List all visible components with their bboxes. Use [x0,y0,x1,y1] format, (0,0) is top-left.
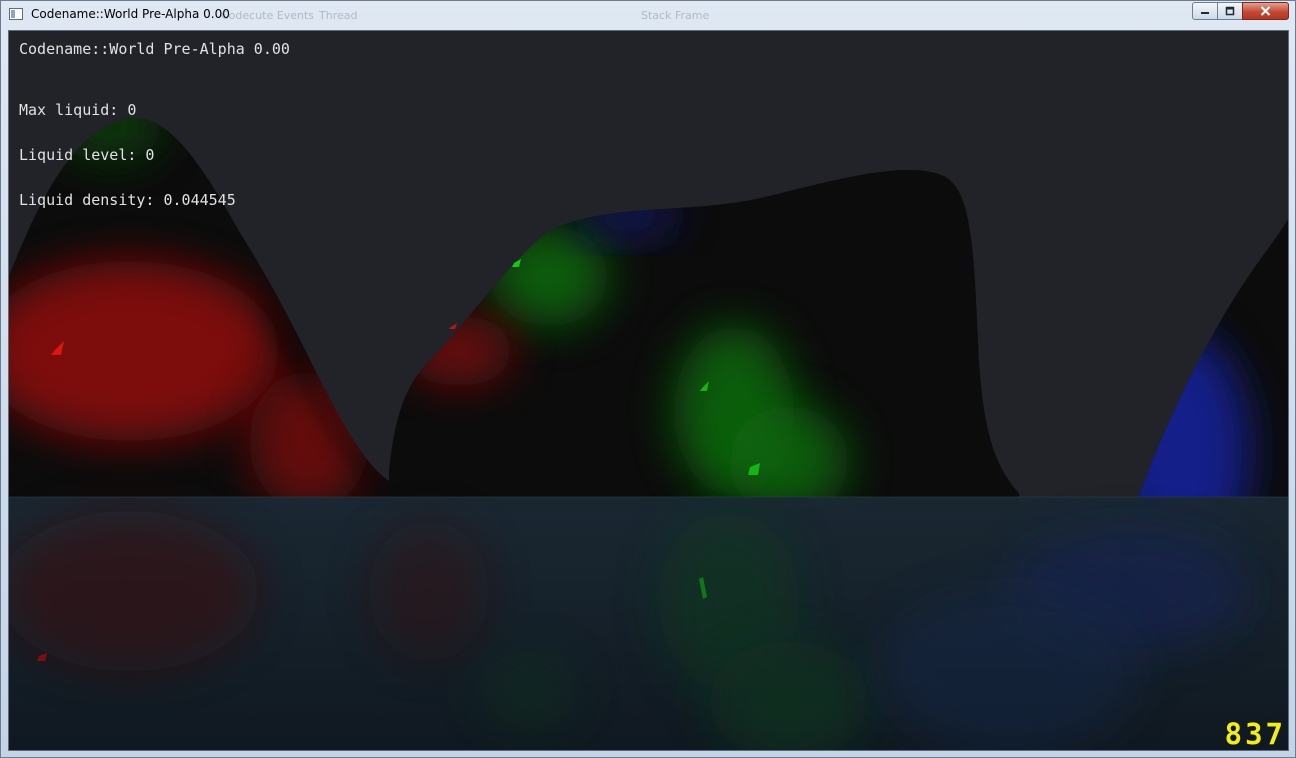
app-window-icon[interactable] [9,8,23,20]
background-window-label: Thread [319,9,358,22]
stat-liquid-level: Liquid level: 0 [19,146,155,164]
maximize-button[interactable] [1217,2,1243,20]
minimize-icon [1201,12,1209,14]
app-window: Codename::World Pre-Alpha 0.00 Codecute … [0,0,1296,758]
hud-title: Codename::World Pre-Alpha 0.00 [19,40,290,58]
fps-counter: 837 [1224,717,1286,751]
minimize-button[interactable] [1192,2,1218,20]
stat-liquid-density: Liquid density: 0.044545 [19,191,236,209]
close-button[interactable] [1242,2,1289,20]
game-viewport[interactable]: Codename::World Pre-Alpha 0.00 Max liqui… [8,30,1289,751]
close-icon [1260,6,1271,16]
title-bar[interactable]: Codename::World Pre-Alpha 0.00 Codecute … [1,1,1295,30]
stat-max-liquid: Max liquid: 0 [19,101,137,119]
background-window-label: Stack Frame [641,9,710,22]
background-window-label: Codecute Events [221,9,315,22]
hud-stats: Max liquid: 0 Liquid level: 0 Liquid den… [19,73,236,238]
window-title: Codename::World Pre-Alpha 0.00 [31,7,230,21]
window-controls [1192,2,1289,20]
maximize-icon [1225,6,1235,16]
